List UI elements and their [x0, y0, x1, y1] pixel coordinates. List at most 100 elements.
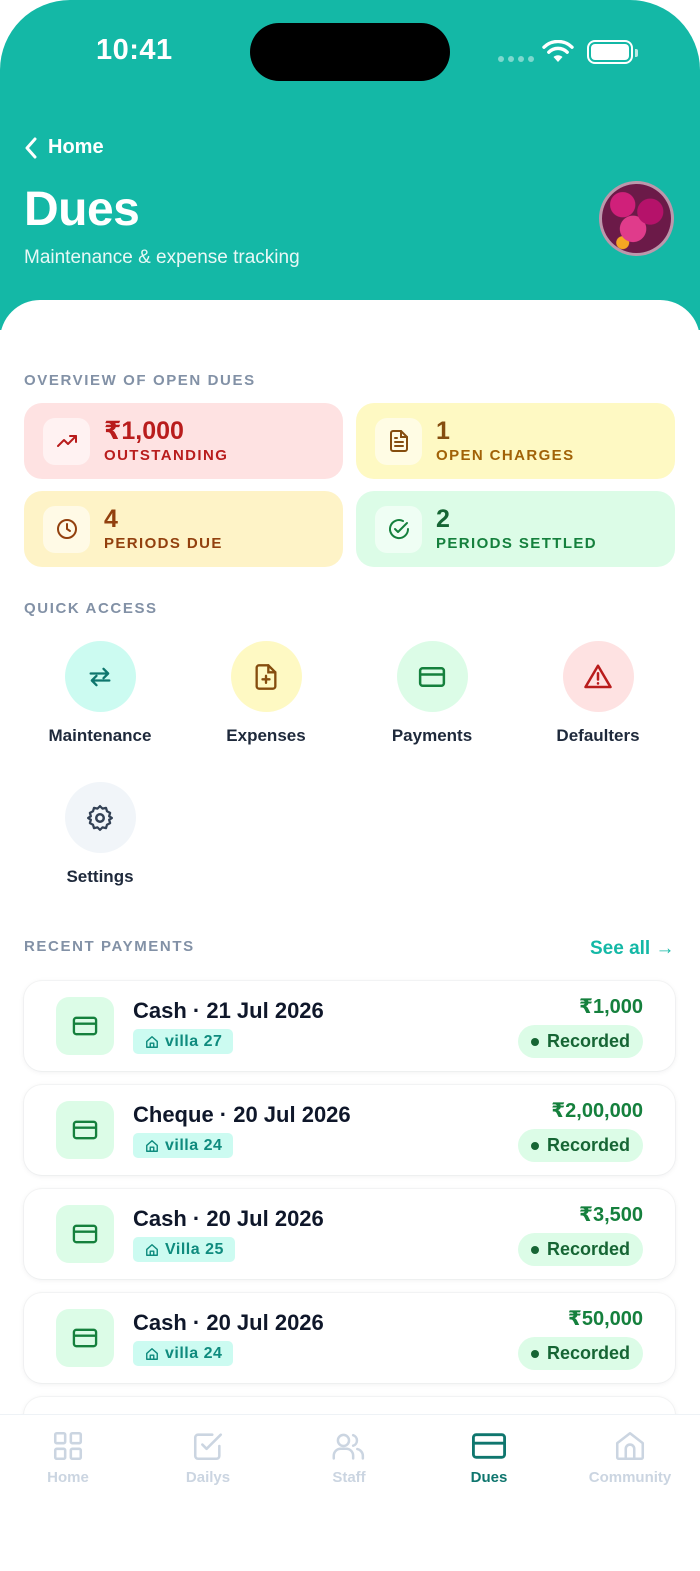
header: 10:41 Home Dues Maintenance & expense tr…: [0, 0, 700, 330]
quick-access-label: Defaulters: [556, 726, 640, 745]
page-subtitle: Maintenance & expense tracking: [24, 247, 300, 268]
battery-icon: [587, 40, 638, 64]
stat-periods-settled[interactable]: 2 PERIODS SETTLED: [356, 491, 675, 567]
status-label: Recorded: [546, 1343, 630, 1363]
users-icon: [332, 1433, 365, 1460]
stat-periods-due[interactable]: 4 PERIODS DUE: [24, 491, 343, 567]
tab-community[interactable]: Community: [570, 1429, 690, 1486]
signal-icon: [498, 56, 534, 62]
stat-value: 4: [104, 505, 118, 533]
villa-tag: Villa 25: [133, 1237, 235, 1262]
house-icon: [146, 1139, 158, 1152]
quick-access-settings[interactable]: Settings: [30, 782, 170, 887]
payment-card[interactable]: Cash · 20 Jul 2026 Villa 25 ₹3,500 Recor…: [24, 1189, 675, 1279]
quick-access-label: Settings: [66, 867, 134, 886]
gear-icon: [64, 782, 136, 853]
status-dot-icon: [530, 1349, 539, 1358]
quick-access-label: Payments: [391, 726, 473, 745]
trending-up-icon: [43, 417, 90, 465]
tab-bar: Home Dailys Staff Dues Community: [0, 1414, 700, 1571]
payment-amount: ₹1,000: [579, 996, 643, 1018]
back-button[interactable]: Home: [24, 136, 104, 159]
tab-staff[interactable]: Staff: [289, 1429, 409, 1486]
tab-home[interactable]: Home: [8, 1429, 128, 1486]
quick-access-section-label: QUICK ACCESS: [24, 600, 158, 617]
status-label: Recorded: [546, 1239, 630, 1259]
credit-card-icon: [56, 997, 114, 1055]
swap-arrows-icon: [64, 641, 136, 712]
tab-dailys[interactable]: Dailys: [148, 1429, 268, 1486]
payment-title: Cheque · 20 Jul 2026: [133, 1102, 351, 1127]
status-badge: Recorded: [517, 1129, 643, 1162]
credit-card-icon: [56, 1205, 114, 1263]
stat-value: 1: [436, 417, 450, 445]
payment-card[interactable]: Cheque · 20 Jul 2026 villa 24 ₹2,00,000 …: [24, 1085, 675, 1175]
payment-amount: ₹2,00,000: [551, 1100, 643, 1122]
status-label: Recorded: [546, 1031, 630, 1051]
stat-label: OPEN CHARGES: [436, 447, 575, 464]
villa-tag: villa 27: [133, 1029, 234, 1054]
payment-amount: ₹3,500: [579, 1204, 643, 1226]
house-icon: [146, 1035, 158, 1048]
villa-label: Villa 25: [165, 1240, 224, 1258]
stat-label: OUTSTANDING: [104, 447, 229, 464]
credit-card-icon: [472, 1433, 506, 1459]
chevron-left-icon: [25, 137, 37, 158]
stat-label: PERIODS SETTLED: [436, 535, 598, 552]
quick-access-defaulters[interactable]: Defaulters: [528, 641, 668, 746]
payment-card[interactable]: Cash · 21 Jul 2026 villa 27 ₹1,000 Recor…: [24, 981, 675, 1071]
document-icon: [375, 417, 422, 465]
payment-title: Cash · 20 Jul 2026: [133, 1206, 324, 1231]
recent-payments-section-label: RECENT PAYMENTS: [24, 938, 195, 955]
villa-label: villa 24: [165, 1344, 223, 1362]
status-dot-icon: [530, 1037, 539, 1046]
house-icon: [146, 1347, 158, 1360]
credit-card-icon: [56, 1101, 114, 1159]
villa-label: villa 24: [165, 1136, 223, 1154]
status-dot-icon: [530, 1245, 539, 1254]
quick-access-maintenance[interactable]: Maintenance: [30, 641, 170, 746]
checkbox-icon: [193, 1433, 223, 1461]
grid-icon: [53, 1431, 83, 1461]
status-badge: Recorded: [517, 1337, 643, 1370]
payment-title: Cash · 21 Jul 2026: [133, 998, 324, 1023]
page-title: Dues: [24, 183, 140, 236]
stat-outstanding[interactable]: ₹1,000 OUTSTANDING: [24, 403, 343, 479]
credit-card-icon: [56, 1309, 114, 1367]
quick-access-label: Maintenance: [48, 726, 152, 745]
villa-tag: villa 24: [133, 1133, 234, 1158]
status-badge: Recorded: [517, 1233, 643, 1266]
avatar[interactable]: [599, 181, 674, 256]
tab-label: Dues: [470, 1469, 508, 1486]
phone-screen: 10:41 Home Dues Maintenance & expense tr…: [0, 0, 700, 1571]
payment-amount: ₹50,000: [567, 1308, 643, 1330]
dynamic-island: [250, 23, 450, 81]
tab-dues[interactable]: Dues: [429, 1429, 549, 1486]
tab-label: Dailys: [185, 1469, 231, 1486]
tab-label: Community: [588, 1469, 672, 1486]
tab-label: Staff: [332, 1469, 366, 1486]
stat-label: PERIODS DUE: [104, 535, 223, 552]
quick-access-payments[interactable]: Payments: [362, 641, 502, 746]
credit-card-icon: [396, 641, 468, 712]
status-badge: Recorded: [517, 1025, 643, 1058]
status-bar: 10:41: [0, 0, 700, 100]
see-all-link[interactable]: See all →: [590, 938, 675, 960]
quick-access-expenses[interactable]: Expenses: [196, 641, 336, 746]
status-time: 10:41: [96, 34, 173, 66]
payment-card[interactable]: Cash · 20 Jul 2026 villa 24 ₹50,000 Reco…: [24, 1293, 675, 1383]
house-icon: [615, 1431, 645, 1461]
stat-value: ₹1,000: [104, 417, 184, 445]
status-dot-icon: [530, 1141, 539, 1150]
clock-icon: [43, 505, 90, 553]
stat-open-charges[interactable]: 1 OPEN CHARGES: [356, 403, 675, 479]
file-plus-icon: [230, 641, 302, 712]
quick-access-label: Expenses: [226, 726, 306, 745]
status-label: Recorded: [546, 1135, 630, 1155]
payment-title: Cash · 20 Jul 2026: [133, 1310, 324, 1335]
tab-label: Home: [47, 1469, 89, 1486]
villa-label: villa 27: [165, 1032, 223, 1050]
villa-tag: villa 24: [133, 1341, 234, 1366]
wifi-icon: [542, 40, 574, 62]
check-circle-icon: [375, 505, 422, 553]
